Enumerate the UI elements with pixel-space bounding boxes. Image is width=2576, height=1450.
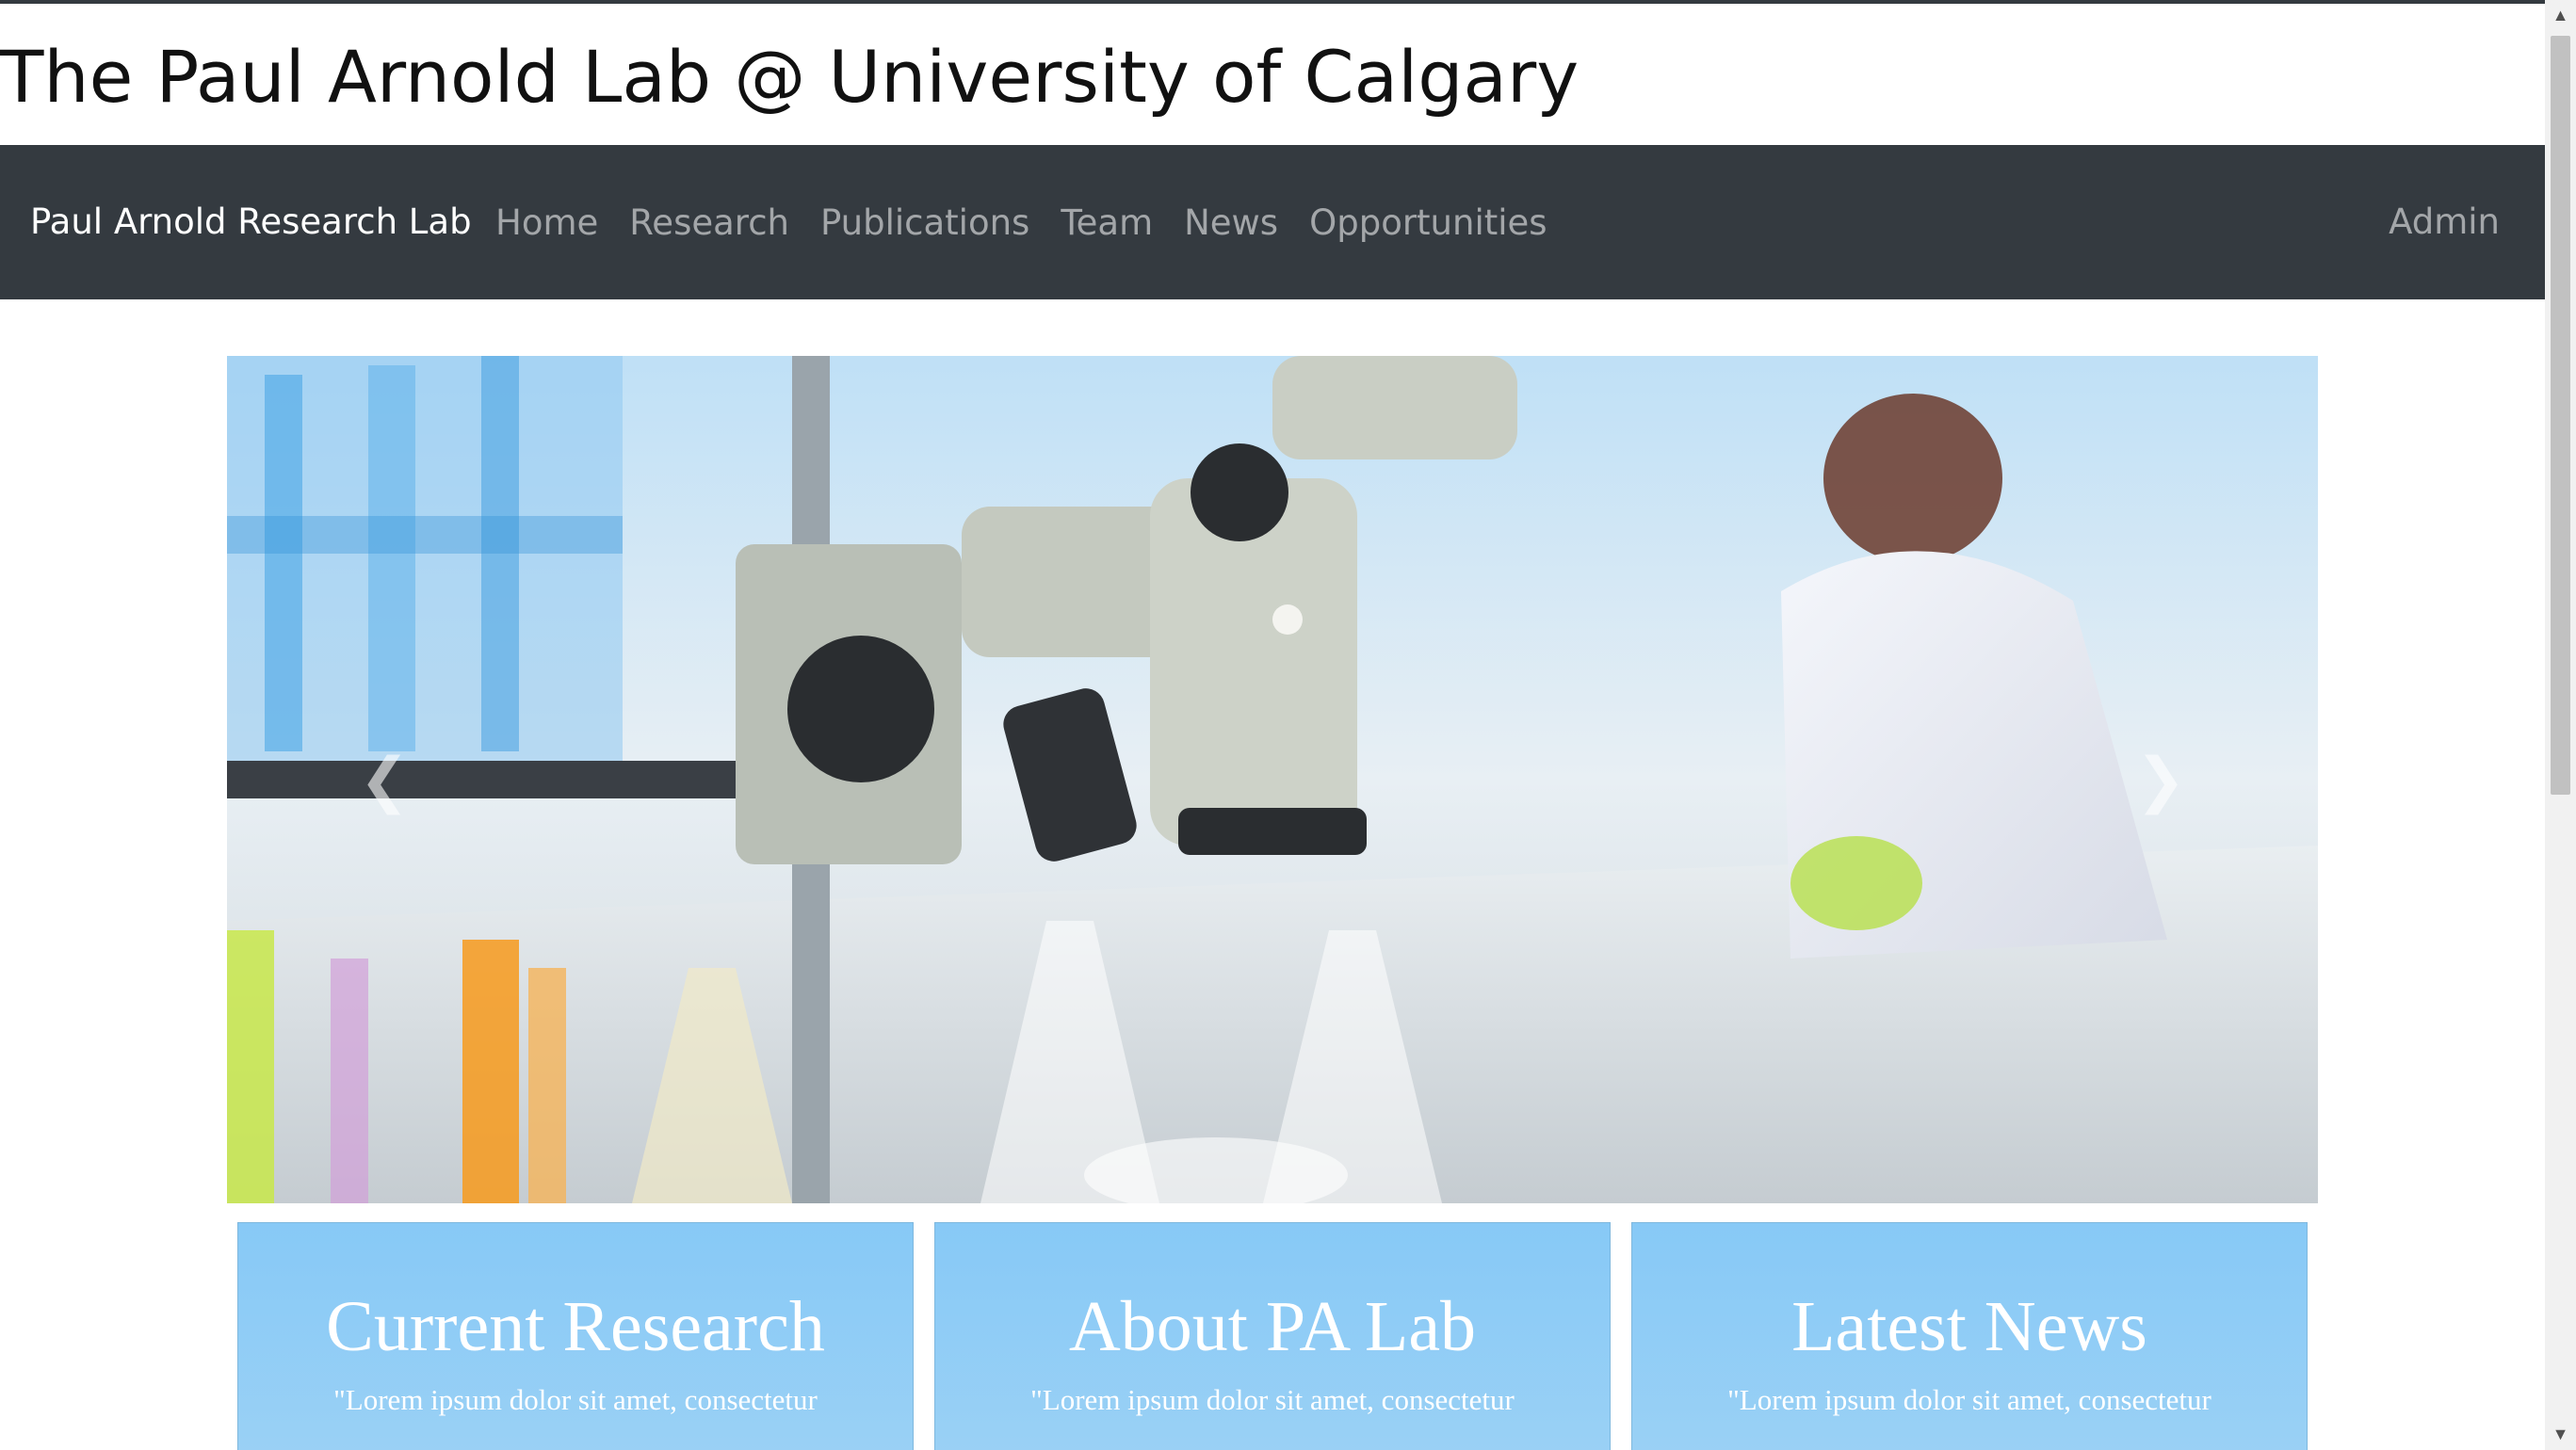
vertical-scrollbar[interactable]: ▲ ▼ (2545, 0, 2576, 1450)
nav-links: Home Research Publications Team News Opp… (495, 145, 1579, 299)
navbar-brand[interactable]: Paul Arnold Research Lab (30, 145, 472, 299)
carousel-prev-button[interactable]: ❮ (243, 356, 526, 1203)
card-text: "Lorem ipsum dolor sit amet, consectetur (1030, 1383, 1515, 1416)
card-current-research: Current Research "Lorem ipsum dolor sit … (237, 1222, 914, 1450)
laboratory-image (227, 356, 2318, 1203)
card-about-pa-lab: About PA Lab "Lorem ipsum dolor sit amet… (934, 1222, 1611, 1450)
nav-link-home[interactable]: Home (495, 202, 598, 243)
nav-link-opportunities[interactable]: Opportunities (1309, 202, 1547, 243)
card-title: Current Research (326, 1287, 825, 1366)
nav-link-team[interactable]: Team (1061, 202, 1153, 243)
nav-link-news[interactable]: News (1184, 202, 1278, 243)
arrow-up-icon: ▲ (2552, 6, 2569, 24)
card-title: About PA Lab (1068, 1287, 1477, 1366)
main-navbar: Paul Arnold Research Lab Home Research P… (0, 145, 2545, 299)
card-text: "Lorem ipsum dolor sit amet, consectetur (1727, 1383, 2211, 1416)
arrow-down-icon: ▼ (2552, 1425, 2569, 1443)
nav-link-publications[interactable]: Publications (820, 202, 1029, 243)
scroll-down-button[interactable]: ▼ (2545, 1419, 2576, 1450)
chevron-left-icon: ❮ (359, 745, 410, 814)
nav-link-admin[interactable]: Admin (2389, 145, 2500, 299)
scroll-up-button[interactable]: ▲ (2545, 0, 2576, 31)
card-title: Latest News (1791, 1287, 2147, 1366)
carousel-next-button[interactable]: ❯ (2019, 356, 2302, 1203)
chevron-right-icon: ❯ (2135, 745, 2186, 814)
page-title: The Paul Arnold Lab @ University of Calg… (0, 35, 1580, 119)
nav-link-research[interactable]: Research (629, 202, 789, 243)
hero-carousel: ❮ ❯ (227, 356, 2318, 1203)
scrollbar-thumb[interactable] (2551, 36, 2570, 795)
card-text: "Lorem ipsum dolor sit amet, consectetur (333, 1383, 818, 1416)
top-border (0, 0, 2576, 4)
card-latest-news: Latest News "Lorem ipsum dolor sit amet,… (1631, 1222, 2308, 1450)
